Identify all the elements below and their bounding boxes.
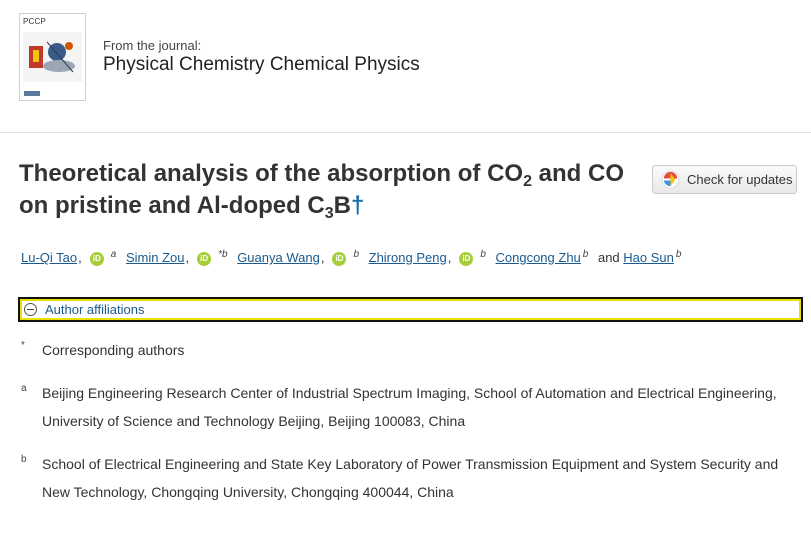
orcid-icon[interactable]: iD — [89, 251, 104, 266]
affiliation-marker: a — [21, 383, 27, 394]
author-affiliation-marker: b — [675, 249, 682, 260]
orcid-icon[interactable]: iD — [459, 251, 474, 266]
journal-cover-image[interactable]: PCCP — [19, 13, 86, 101]
author-affiliations-toggle[interactable]: Author affiliations — [18, 297, 803, 322]
supplementary-info-link[interactable]: † — [351, 192, 364, 219]
check-for-updates-button[interactable]: Check for updates — [652, 165, 797, 194]
crossmark-icon — [661, 170, 680, 189]
author-list: Lu-Qi Tao, iD a Simin Zou, iD *b Guanya Wang… — [21, 249, 682, 266]
author-link[interactable]: Zhirong Peng — [369, 250, 447, 265]
publisher-logo — [24, 91, 40, 96]
authors-and-label: and — [597, 250, 620, 265]
author-affiliation-marker: a — [110, 249, 117, 260]
orcid-icon[interactable]: iD — [332, 251, 347, 266]
author-link[interactable]: Lu-Qi Tao — [21, 250, 77, 265]
affiliation-text: School of Electrical Engineering and Sta… — [42, 456, 779, 500]
affiliation-text: Corresponding authors — [42, 342, 185, 358]
journal-name-link[interactable]: Physical Chemistry Chemical Physics — [103, 54, 420, 76]
author-link[interactable]: Simin Zou — [126, 250, 185, 265]
affiliation-item: b School of Electrical Engineering and S… — [21, 450, 791, 506]
author-link[interactable]: Hao Sun — [623, 250, 674, 265]
orcid-icon[interactable]: iD — [197, 251, 212, 266]
author-link[interactable]: Congcong Zhu — [496, 250, 581, 265]
affiliation-item: a Beijing Engineering Research Center of… — [21, 379, 791, 435]
article-title: Theoretical analysis of the absorption o… — [19, 160, 625, 222]
author-affiliation-marker: b — [353, 249, 359, 260]
affiliation-item: * Corresponding authors — [21, 336, 791, 364]
collapse-icon — [24, 303, 37, 316]
cover-artwork — [23, 32, 82, 82]
cover-label: PCCP — [23, 17, 47, 26]
affiliation-text: Beijing Engineering Research Center of I… — [42, 385, 777, 429]
author-affiliation-marker: b — [480, 249, 486, 260]
check-for-updates-label: Check for updates — [687, 172, 793, 187]
author-affiliation-marker: b — [582, 249, 589, 260]
affiliation-marker: * — [21, 340, 25, 351]
journal-header: PCCP From the journal: Physical Chemistr… — [0, 0, 811, 133]
affiliation-marker: b — [21, 454, 27, 465]
from-journal-label: From the journal: — [103, 38, 202, 53]
author-affiliation-marker: *b — [218, 249, 228, 260]
author-affiliations-label: Author affiliations — [45, 302, 145, 317]
author-link[interactable]: Guanya Wang — [237, 250, 320, 265]
